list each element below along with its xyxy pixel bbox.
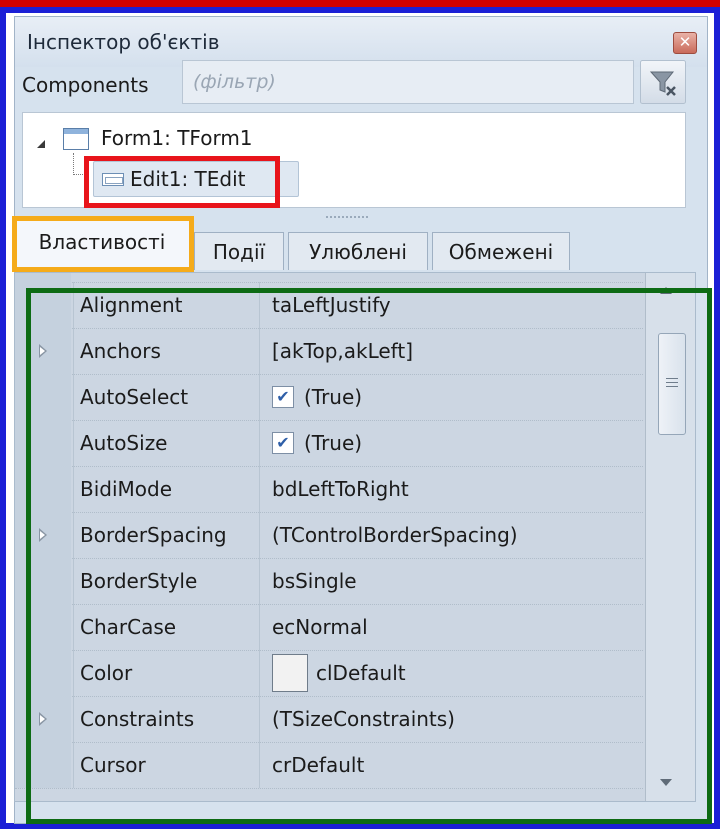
close-icon: ✕ (678, 33, 692, 51)
filter-input[interactable] (182, 60, 634, 104)
tree-collapse-icon[interactable] (37, 140, 45, 148)
row-gutter (15, 273, 71, 282)
tab-favorites[interactable]: Улюблені (288, 232, 428, 270)
splitter-grip[interactable] (326, 216, 368, 220)
form-icon (63, 128, 89, 150)
window-title: Інспектор об'єктів (27, 30, 220, 54)
components-label: Components (22, 73, 149, 97)
tab-events[interactable]: Події (194, 232, 284, 270)
active-tab-highlight (12, 216, 194, 272)
selected-item-highlight (84, 156, 280, 208)
tab-restricted[interactable]: Обмежені (432, 232, 570, 270)
close-button[interactable]: ✕ (673, 32, 697, 54)
clear-filter-icon (640, 60, 686, 104)
tree-item-form1[interactable]: Form1: TForm1 (101, 126, 253, 150)
property-grid-highlight (26, 288, 712, 824)
slide-top-bar (0, 0, 720, 7)
clear-filter-button[interactable] (640, 60, 686, 104)
